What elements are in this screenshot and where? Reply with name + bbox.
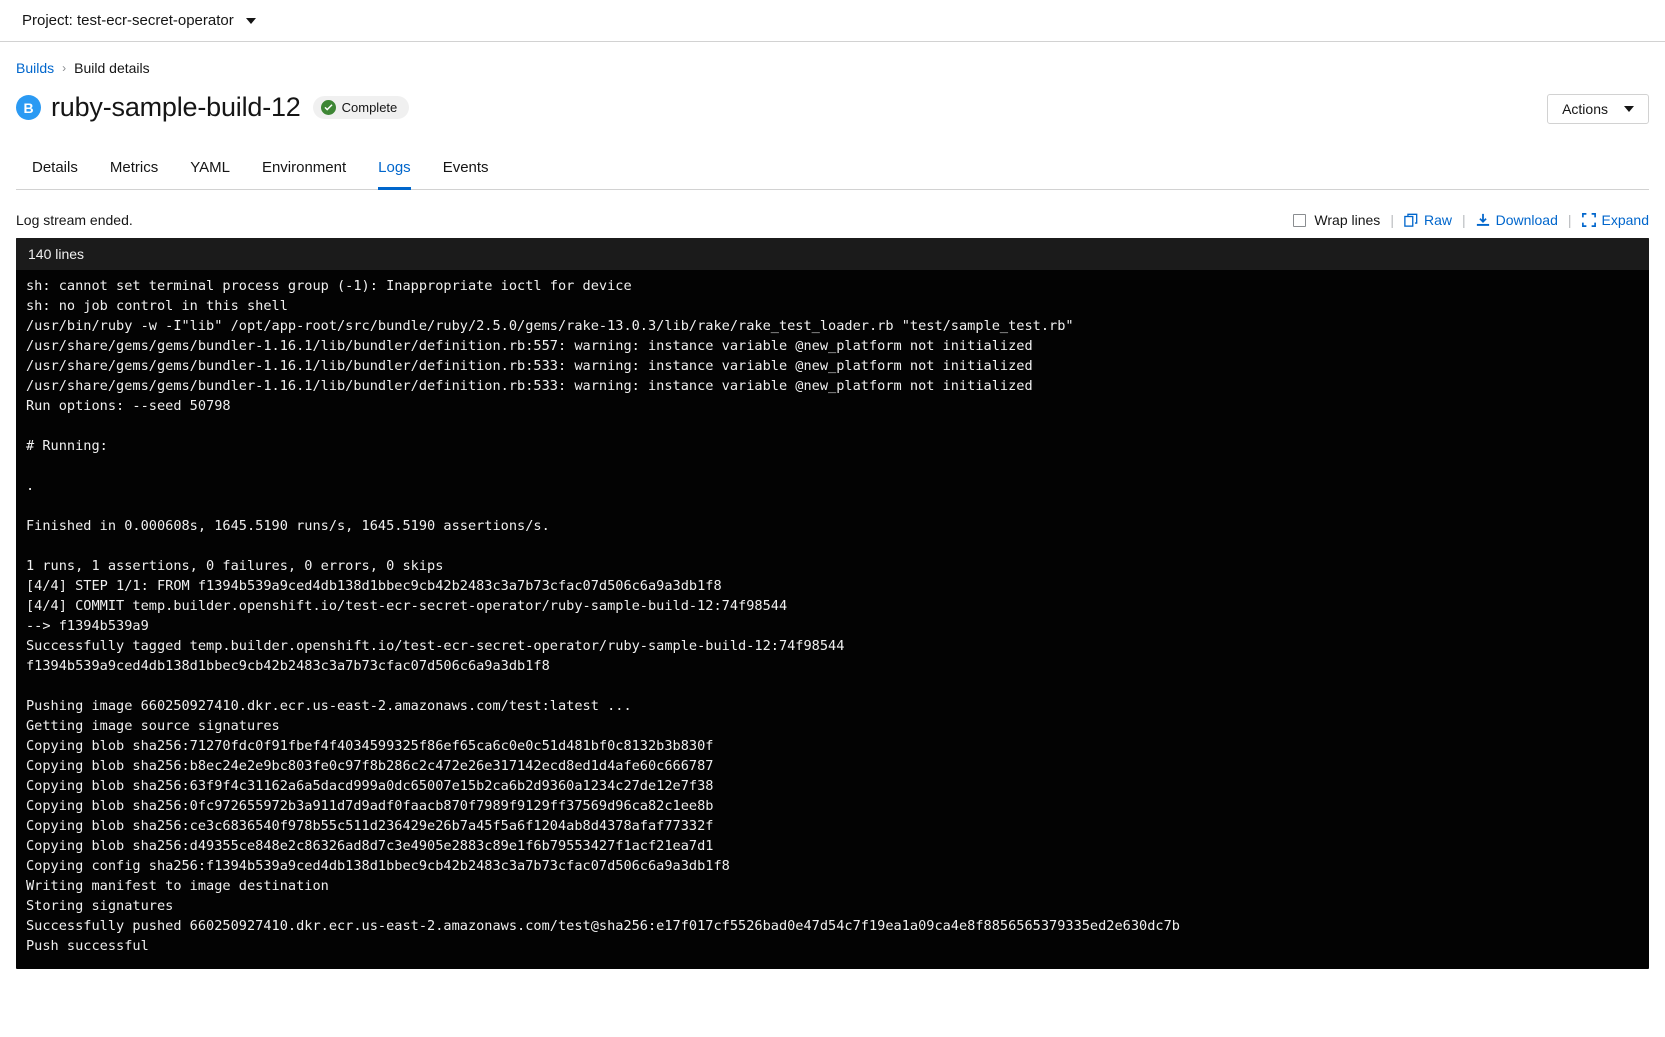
log-line: Pushing image 660250927410.dkr.ecr.us-ea… — [26, 696, 1639, 716]
tab-logs[interactable]: Logs — [362, 145, 427, 189]
log-output[interactable]: sh: cannot set terminal process group (-… — [16, 270, 1649, 969]
build-details-page: Builds › Build details B ruby-sample-bui… — [0, 42, 1665, 969]
breadcrumb-current: Build details — [74, 60, 150, 76]
log-line — [26, 536, 1639, 556]
log-toolbar-actions: Wrap lines | Raw | Download | — [1293, 212, 1649, 228]
log-line: Copying blob sha256:d49355ce848e2c86326a… — [26, 836, 1639, 856]
expand-icon — [1582, 213, 1596, 227]
log-line: Copying blob sha256:ce3c6836540f978b55c5… — [26, 816, 1639, 836]
check-circle-icon — [321, 100, 336, 115]
log-line: Copying config sha256:f1394b539a9ced4db1… — [26, 856, 1639, 876]
log-line: Copying blob sha256:71270fdc0f91fbef4f40… — [26, 736, 1639, 756]
page-title: ruby-sample-build-12 — [51, 92, 301, 123]
log-line: Copying blob sha256:0fc972655972b3a911d7… — [26, 796, 1639, 816]
log-line — [26, 496, 1639, 516]
tab-events[interactable]: Events — [427, 145, 505, 189]
tab-details[interactable]: Details — [16, 145, 94, 189]
project-selector[interactable]: Project: test-ecr-secret-operator — [16, 8, 262, 33]
wrap-lines-checkbox[interactable] — [1293, 214, 1306, 227]
log-line: Run options: --seed 50798 — [26, 396, 1639, 416]
log-line: Copying blob sha256:63f9f4c31162a6a5dacd… — [26, 776, 1639, 796]
chevron-down-icon — [1624, 106, 1634, 112]
expand-label: Expand — [1602, 212, 1649, 228]
log-viewer[interactable]: 140 lines sh: cannot set terminal proces… — [16, 238, 1649, 969]
actions-button-label: Actions — [1562, 101, 1608, 117]
toolbar-divider: | — [1390, 212, 1394, 228]
tab-metrics[interactable]: Metrics — [94, 145, 174, 189]
status-badge: Complete — [313, 96, 410, 119]
log-line: [4/4] STEP 1/1: FROM f1394b539a9ced4db13… — [26, 576, 1639, 596]
log-toolbar: Log stream ended. Wrap lines | Raw | — [16, 212, 1649, 228]
toolbar-divider: | — [1568, 212, 1572, 228]
log-line: Writing manifest to image destination — [26, 876, 1639, 896]
log-line: --> f1394b539a9 — [26, 616, 1639, 636]
log-line: [4/4] COMMIT temp.builder.openshift.io/t… — [26, 596, 1639, 616]
log-line: f1394b539a9ced4db138d1bbec9cb42b2483c3a7… — [26, 656, 1639, 676]
log-line: sh: no job control in this shell — [26, 296, 1639, 316]
log-line: /usr/share/gems/gems/bundler-1.16.1/lib/… — [26, 376, 1639, 396]
wrap-lines-label: Wrap lines — [1314, 212, 1380, 228]
download-icon — [1476, 213, 1490, 227]
raw-label: Raw — [1424, 212, 1452, 228]
download-link[interactable]: Download — [1476, 212, 1558, 228]
tab-environment[interactable]: Environment — [246, 145, 362, 189]
breadcrumb: Builds › Build details — [16, 42, 1649, 78]
breadcrumb-link-builds[interactable]: Builds — [16, 60, 54, 76]
download-label: Download — [1496, 212, 1558, 228]
tab-bar: Details Metrics YAML Environment Logs Ev… — [16, 145, 1649, 190]
log-line: /usr/share/gems/gems/bundler-1.16.1/lib/… — [26, 356, 1639, 376]
raw-link[interactable]: Raw — [1404, 212, 1452, 228]
log-line: Finished in 0.000608s, 1645.5190 runs/s,… — [26, 516, 1639, 536]
log-line: 1 runs, 1 assertions, 0 failures, 0 erro… — [26, 556, 1639, 576]
copy-icon — [1404, 213, 1418, 227]
build-resource-icon: B — [16, 95, 41, 120]
project-bar: Project: test-ecr-secret-operator — [0, 0, 1665, 42]
page-header: B ruby-sample-build-12 Complete Actions — [16, 92, 1649, 123]
chevron-down-icon — [246, 18, 256, 24]
log-line: Getting image source signatures — [26, 716, 1639, 736]
log-line: /usr/share/gems/gems/bundler-1.16.1/lib/… — [26, 336, 1639, 356]
actions-button[interactable]: Actions — [1547, 94, 1649, 124]
log-line: Push successful — [26, 936, 1639, 956]
log-line — [26, 676, 1639, 696]
log-line — [26, 416, 1639, 436]
log-line: . — [26, 476, 1639, 496]
log-line: /usr/bin/ruby -w -I"lib" /opt/app-root/s… — [26, 316, 1639, 336]
expand-link[interactable]: Expand — [1582, 212, 1649, 228]
log-line — [26, 456, 1639, 476]
tab-yaml[interactable]: YAML — [174, 145, 246, 189]
project-selector-label: Project: test-ecr-secret-operator — [22, 12, 234, 29]
log-stream-status: Log stream ended. — [16, 212, 133, 228]
log-line: Copying blob sha256:b8ec24e2e9bc803fe0c9… — [26, 756, 1639, 776]
breadcrumb-separator-icon: › — [62, 61, 66, 75]
log-line: Successfully pushed 660250927410.dkr.ecr… — [26, 916, 1639, 936]
log-line: Successfully tagged temp.builder.openshi… — [26, 636, 1639, 656]
log-line: # Running: — [26, 436, 1639, 456]
log-line: Storing signatures — [26, 896, 1639, 916]
status-badge-label: Complete — [342, 100, 398, 115]
log-line-count: 140 lines — [16, 238, 1649, 270]
log-line: sh: cannot set terminal process group (-… — [26, 276, 1639, 296]
wrap-lines-toggle[interactable]: Wrap lines — [1293, 212, 1380, 228]
toolbar-divider: | — [1462, 212, 1466, 228]
